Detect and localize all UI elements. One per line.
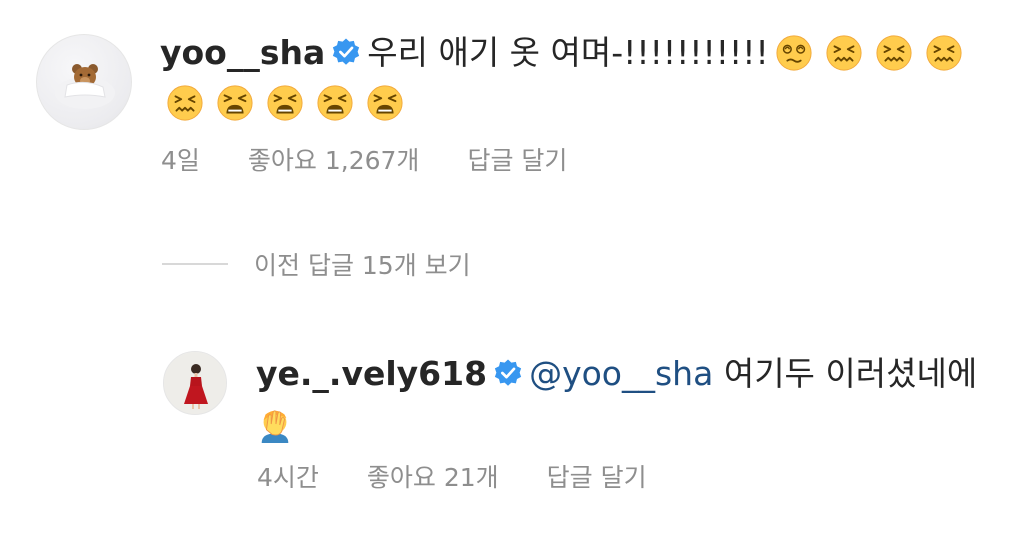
reply-meta: 4시간 좋아요 21개 답글 달기 — [257, 458, 647, 494]
mention-link[interactable]: @yoo__sha — [529, 354, 713, 393]
tired-face-emoji-icon — [317, 84, 353, 121]
comment-username[interactable]: yoo__sha — [160, 33, 325, 72]
confounded-face-emoji-icon — [926, 34, 962, 71]
reply-button[interactable]: 답글 달기 — [467, 141, 567, 177]
verified-badge-icon — [494, 359, 522, 386]
comment-likes[interactable]: 좋아요 1,267개 — [248, 141, 420, 177]
reply-text: 여기두 이러셨네에 — [723, 354, 978, 393]
view-previous-replies-button[interactable]: 이전 답글 15개 보기 — [162, 246, 471, 282]
tired-face-emoji-icon — [267, 84, 303, 121]
confounded-face-emoji-icon — [167, 84, 203, 121]
tired-face-emoji-icon — [367, 84, 403, 121]
reply-body: ye._.vely618 @yoo__sha 여기두 이러셨네에 — [256, 349, 1016, 449]
comment-text: 우리 애기 옷 여며-!!!!!!!!!!! — [367, 33, 769, 72]
comment-body: yoo__sha 우리 애기 옷 여며-!!!!!!!!!!! — [160, 28, 990, 128]
person-in-red-dress-avatar-image — [164, 352, 226, 414]
tired-face-emoji-icon — [217, 84, 253, 121]
dizzy-face-emoji-icon — [776, 34, 812, 71]
avatar[interactable] — [163, 351, 227, 415]
confounded-face-emoji-icon — [876, 34, 912, 71]
avatar[interactable] — [36, 34, 132, 130]
confounded-face-emoji-icon — [826, 34, 862, 71]
comment-time[interactable]: 4일 — [161, 141, 200, 177]
reply-likes[interactable]: 좋아요 21개 — [367, 458, 499, 494]
reply-username[interactable]: ye._.vely618 — [256, 354, 487, 393]
reply-time[interactable]: 4시간 — [257, 458, 319, 494]
comment-meta: 4일 좋아요 1,267개 답글 달기 — [161, 141, 567, 177]
view-previous-replies-label: 이전 답글 15개 보기 — [254, 251, 471, 280]
verified-badge-icon — [333, 38, 360, 65]
face-palm-emoji-icon — [261, 409, 289, 443]
reply-button[interactable]: 답글 달기 — [547, 458, 647, 494]
comment-thread: yoo__sha 우리 애기 옷 여며-!!!!!!!!!!! 4일 좋아요 1… — [0, 0, 1034, 537]
teddy-bear-avatar-image — [55, 64, 115, 109]
divider-line — [162, 263, 228, 265]
